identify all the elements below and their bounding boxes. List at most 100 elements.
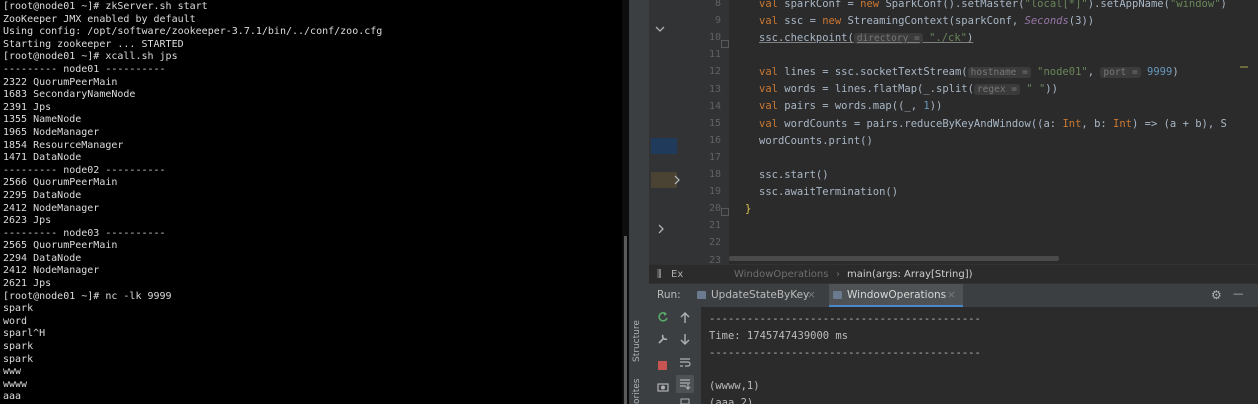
breadcrumb-left-label: Ex: [671, 269, 684, 280]
favorites-tab-label: orites: [632, 378, 642, 404]
tab-update-state-by-key-label: UpdateStateByKey: [711, 289, 810, 301]
line-number: 14: [708, 100, 721, 112]
tab-update-state-by-key[interactable]: UpdateStateByKey ×: [693, 284, 823, 307]
code-line-8: val sparkConf = new SparkConf().setMaste…: [759, 0, 1227, 10]
breadcrumb-class[interactable]: WindowOperations: [734, 269, 828, 280]
line-number: 20: [708, 203, 721, 215]
terminal-line: --------- node02 ----------: [3, 164, 166, 176]
terminal-line: 1683 SecondaryNameNode: [3, 89, 136, 101]
close-icon[interactable]: ×: [807, 284, 816, 307]
terminal-line: www: [3, 366, 22, 378]
rerun-icon[interactable]: [657, 311, 669, 323]
terminal-line: 2412 NodeManager: [3, 202, 100, 214]
terminal-window[interactable]: [root@node01 ~]# zkServer.sh start ZooKee…: [0, 0, 622, 404]
editor-horizontal-scrollbar[interactable]: [729, 256, 1229, 261]
terminal-scrollbar[interactable]: [622, 0, 629, 404]
code-line-14: val pairs = words.map((_, 1)): [759, 100, 943, 112]
run-label: Run:: [657, 289, 681, 301]
line-number: 12: [708, 66, 721, 78]
run-actions-toolbar: [649, 307, 701, 404]
terminal-line: 1854 ResourceManager: [3, 139, 124, 151]
run-config-icon: [833, 291, 842, 299]
terminal-line: ZooKeeper JMX enabled by default: [3, 13, 196, 25]
terminal-line: 2295 DataNode: [3, 189, 82, 201]
terminal-line: sparl^H: [3, 328, 46, 340]
favorites-tab[interactable]: orites: [632, 378, 646, 404]
gutter-left: [649, 0, 677, 268]
terminal-line: 1471 DataNode: [3, 152, 82, 164]
line-number: 18: [708, 169, 721, 180]
terminal-line: Starting zookeeper ... STARTED: [3, 38, 184, 50]
terminal-line: [root@node01 ~]# nc -lk 9999: [3, 290, 172, 302]
terminal-line: 2391 Jps: [3, 101, 52, 113]
editor-scroll-thumb[interactable]: [729, 256, 1059, 261]
console-output[interactable]: ----------------------------------------…: [701, 307, 1258, 404]
code-line-15: val wordCounts = pairs.reduceByKeyAndWin…: [759, 118, 1227, 130]
camera-icon[interactable]: [657, 381, 669, 392]
tool-window-strip: Structure orites: [629, 0, 650, 404]
terminal-line: 2566 QuorumPeerMain: [3, 177, 118, 189]
breadcrumb-method[interactable]: main(args: Array[String]): [847, 269, 973, 280]
terminal-line: 1965 NodeManager: [3, 126, 100, 138]
terminal-line: spark: [3, 341, 34, 353]
terminal-scrollbar-thumb[interactable]: [624, 236, 627, 404]
terminal-line: Using config: /opt/software/zookeeper-3.…: [3, 26, 383, 38]
line-number: 8: [714, 0, 721, 9]
line-number: 17: [708, 151, 721, 163]
terminal-line: [root@node01 ~]# zkServer.sh start: [3, 1, 208, 12]
code-line-16: wordCounts.print(): [759, 135, 873, 147]
line-number: 10: [708, 32, 721, 44]
terminal-line: 2412 NodeManager: [3, 265, 100, 277]
line-number: 21: [708, 220, 721, 232]
gear-icon[interactable]: ⚙: [1211, 288, 1222, 302]
error-stripe-mark[interactable]: [1240, 66, 1248, 68]
terminal-line: spark: [3, 303, 34, 315]
wrench-icon[interactable]: [657, 333, 669, 345]
console-line: ----------------------------------------…: [709, 313, 981, 325]
code-line-19: ssc.awaitTermination(): [759, 186, 899, 198]
arrow-down-icon[interactable]: [680, 333, 690, 345]
code-line-20: }: [745, 203, 752, 215]
scroll-to-end-icon: [680, 379, 691, 390]
soft-wrap-icon[interactable]: [679, 356, 691, 368]
fold-marker-icon[interactable]: [721, 40, 729, 48]
line-number: 15: [708, 117, 721, 129]
run-gutter-icon[interactable]: [673, 175, 681, 185]
terminal-line: --------- node03 ----------: [3, 227, 166, 239]
line-number: 9: [714, 15, 721, 27]
terminal-line: 2322 QuorumPeerMain: [3, 76, 118, 88]
tab-window-operations[interactable]: WindowOperations ×: [829, 284, 963, 307]
arrow-up-icon[interactable]: [680, 312, 690, 324]
console-line: ----------------------------------------…: [709, 346, 981, 359]
chevron-right-icon[interactable]: [657, 224, 665, 234]
line-number: 16: [708, 134, 721, 146]
breadcrumb: ⫼ Ex WindowOperations › main(args: Array…: [649, 264, 1258, 284]
run-config-icon: [697, 291, 706, 299]
code-line-9: val ssc = new StreamingContext(sparkConf…: [759, 15, 1095, 27]
structure-tab[interactable]: Structure: [632, 310, 646, 370]
code-editor[interactable]: val sparkConf = new SparkConf().setMaste…: [729, 0, 1258, 268]
chevron-down-icon[interactable]: [655, 25, 665, 33]
terminal-line: 2623 Jps: [3, 215, 52, 227]
minimize-icon[interactable]: —: [1233, 288, 1244, 300]
stop-icon[interactable]: [658, 361, 667, 370]
code-line-12: val lines = ssc.socketTextStream(hostnam…: [759, 66, 1179, 78]
line-number: 19: [708, 186, 721, 198]
ide-window: Structure orites 8 9 10 11 12 13 14 15 16 17 18 19 2…: [629, 0, 1258, 404]
breadcrumb-separator: ›: [836, 269, 840, 280]
console-line: (wwww,1): [709, 380, 760, 393]
terminal-line: spark: [3, 353, 34, 365]
print-icon[interactable]: [680, 398, 690, 404]
terminal-line: 2294 DataNode: [3, 252, 82, 264]
close-icon[interactable]: ×: [947, 284, 956, 307]
terminal-line: 2621 Jps: [3, 278, 52, 290]
line-number: 11: [708, 49, 721, 61]
fold-end-icon[interactable]: [721, 208, 729, 216]
structure-icon[interactable]: ⫼: [657, 269, 662, 280]
line-number: 13: [708, 83, 721, 95]
run-tool-window-header: Run: UpdateStateByKey × WindowOperations…: [649, 283, 1258, 309]
terminal-line: 1355 NameNode: [3, 114, 82, 126]
terminal-line: wwww: [3, 378, 28, 390]
line-number: 22: [708, 237, 721, 249]
scroll-to-end-toggle[interactable]: [676, 375, 694, 393]
